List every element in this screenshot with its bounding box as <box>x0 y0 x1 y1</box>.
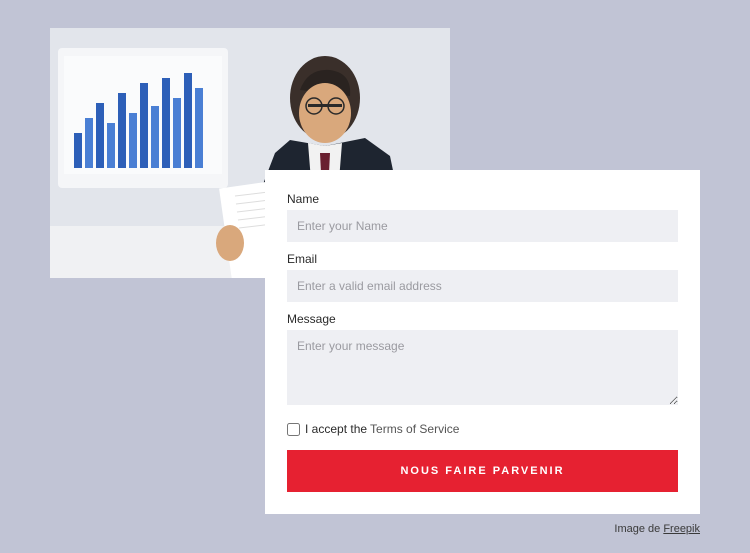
submit-button[interactable]: NOUS FAIRE PARVENIR <box>287 450 678 492</box>
email-label: Email <box>287 252 678 266</box>
credit-link[interactable]: Freepik <box>663 523 700 535</box>
email-input[interactable] <box>287 270 678 302</box>
image-credit: Image de Freepik <box>614 523 700 535</box>
credit-prefix: Image de <box>614 523 663 535</box>
contact-form-card: Name Email Message I accept the Terms of… <box>265 170 700 514</box>
message-label: Message <box>287 312 678 326</box>
terms-link[interactable]: Terms of Service <box>370 422 459 436</box>
email-field-group: Email <box>287 252 678 302</box>
consent-checkbox[interactable] <box>287 423 300 436</box>
consent-row: I accept the Terms of Service <box>287 422 678 436</box>
message-input[interactable] <box>287 330 678 405</box>
name-label: Name <box>287 192 678 206</box>
consent-prefix: I accept the <box>305 422 367 436</box>
message-field-group: Message <box>287 312 678 410</box>
name-input[interactable] <box>287 210 678 242</box>
name-field-group: Name <box>287 192 678 242</box>
